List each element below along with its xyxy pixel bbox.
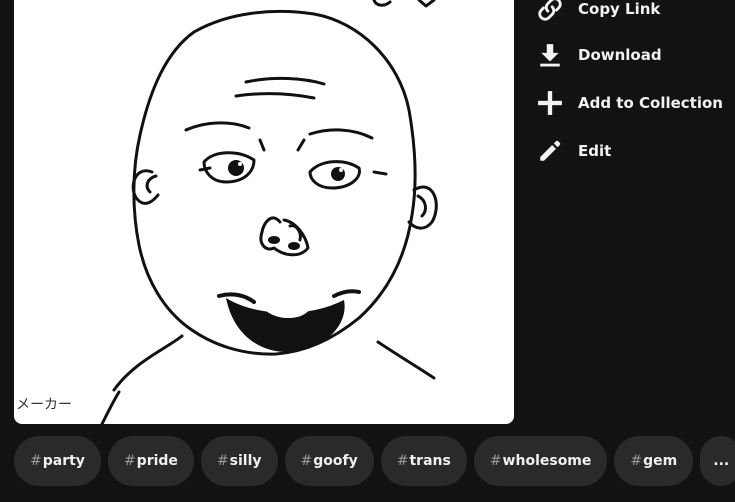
hash-symbol: # [123, 453, 136, 469]
download-icon [535, 40, 565, 70]
copy-link-label: Copy Link [578, 0, 661, 18]
more-tags-button[interactable]: ... [700, 436, 735, 486]
add-to-collection-label: Add to Collection [578, 94, 723, 112]
left-pupil [228, 160, 244, 176]
more-tags-label: ... [713, 453, 730, 469]
hash-symbol: # [630, 453, 643, 469]
download-label: Download [578, 46, 662, 64]
tag-chip[interactable]: # goofy [284, 436, 374, 486]
tag-label: party [42, 453, 85, 469]
tag-chip[interactable]: # pride [107, 436, 194, 486]
face-drawing [100, 0, 438, 424]
edit-label: Edit [578, 142, 612, 160]
hash-symbol: # [30, 453, 42, 469]
tag-list: # party # pride # silly # goofy # trans # whol… [14, 436, 735, 486]
hash-symbol: # [216, 453, 229, 469]
plus-icon [535, 88, 565, 118]
hash-symbol: # [300, 453, 313, 469]
hash-symbol: # [489, 453, 502, 469]
pencil-icon [535, 136, 565, 166]
tag-chip[interactable]: # silly [200, 436, 278, 486]
tag-label: gem [643, 453, 678, 469]
tag-label: pride [136, 453, 178, 469]
tag-label: trans [409, 453, 451, 469]
tag-chip[interactable]: # wholesome [473, 436, 608, 486]
edit-button[interactable]: Edit [535, 134, 611, 168]
tag-label: silly [229, 453, 262, 469]
tag-label: wholesome [502, 453, 592, 469]
link-icon [535, 0, 565, 24]
hash-symbol: # [396, 453, 409, 469]
gif-detail-page: メーカー Copy Link Download Add to Collectio… [0, 0, 735, 502]
tag-chip[interactable]: # trans [380, 436, 467, 486]
tag-chip[interactable]: # gem [614, 436, 694, 486]
download-button[interactable]: Download [535, 38, 662, 72]
tag-chip[interactable]: # party [14, 436, 101, 486]
image-watermark-caption: メーカー [16, 397, 72, 413]
copy-link-button[interactable]: Copy Link [535, 0, 660, 26]
tag-label: goofy [313, 453, 358, 469]
media-image[interactable]: メーカー [14, 0, 514, 424]
right-pupil [331, 167, 345, 181]
add-to-collection-button[interactable]: Add to Collection [535, 86, 723, 120]
